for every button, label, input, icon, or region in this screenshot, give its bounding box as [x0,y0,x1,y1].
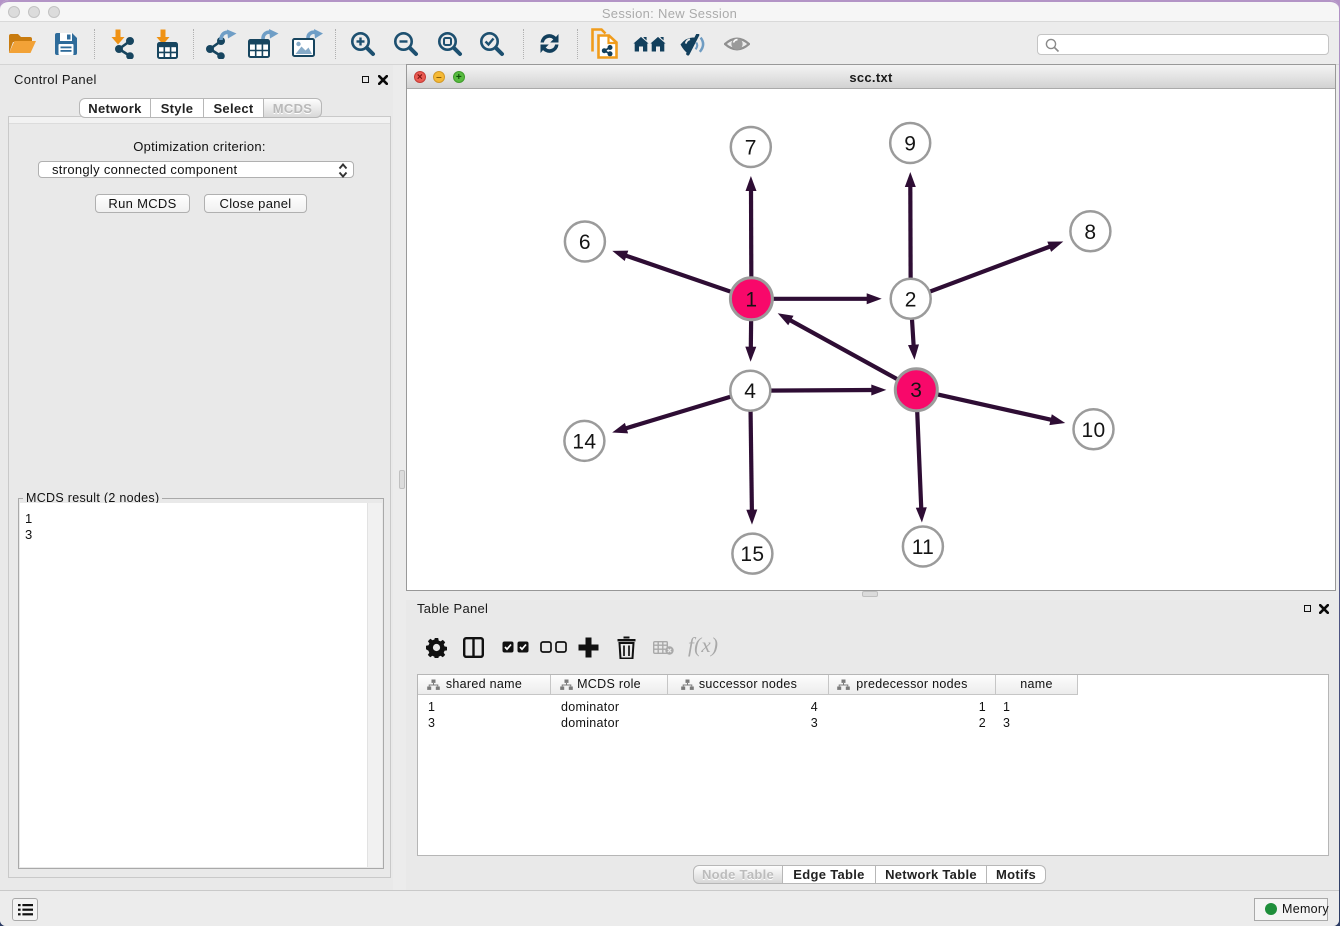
svg-text:1: 1 [745,288,757,311]
svg-text:2: 2 [905,288,917,311]
svg-text:15: 15 [740,543,764,566]
svg-text:11: 11 [912,536,934,559]
svg-text:10: 10 [1082,419,1106,442]
svg-text:6: 6 [579,231,591,254]
svg-text:9: 9 [904,133,916,156]
svg-text:14: 14 [572,430,596,453]
svg-text:4: 4 [744,380,756,403]
svg-text:8: 8 [1084,221,1096,244]
svg-text:3: 3 [910,379,922,402]
svg-text:7: 7 [745,137,757,160]
